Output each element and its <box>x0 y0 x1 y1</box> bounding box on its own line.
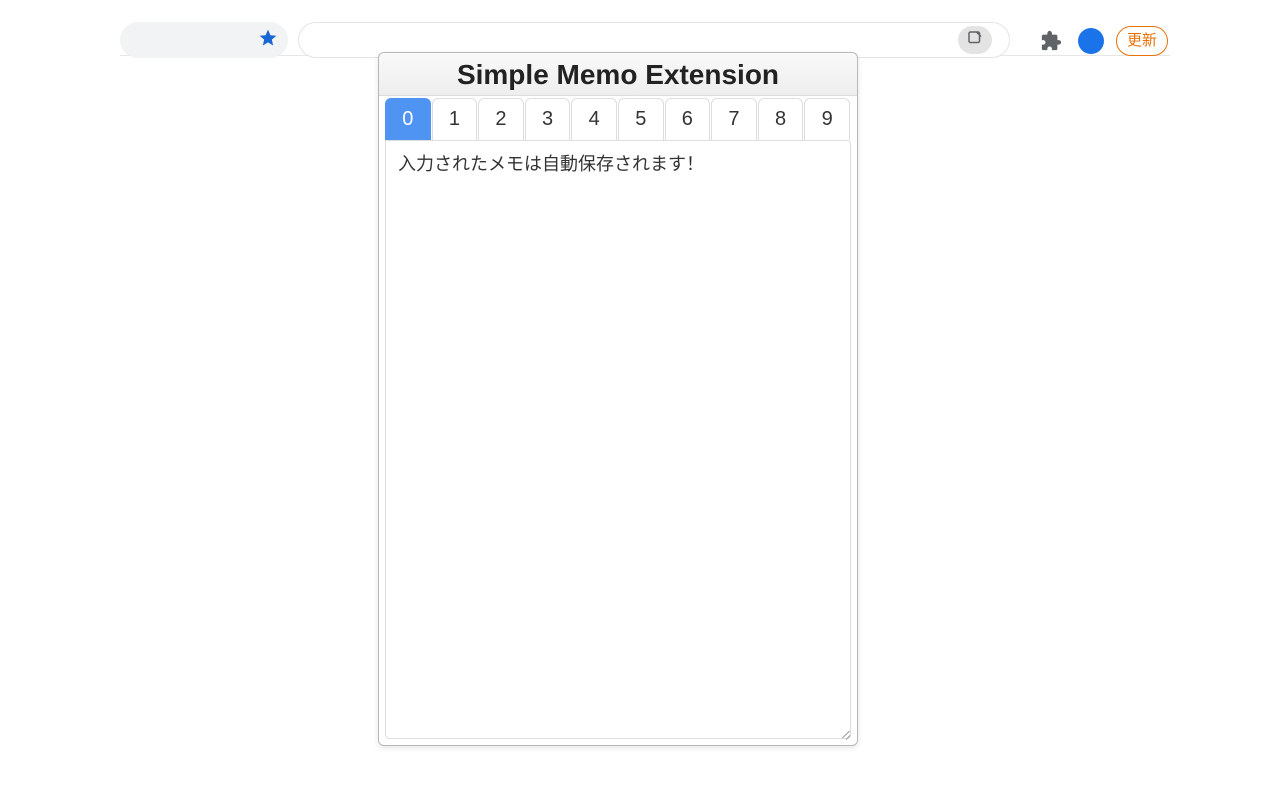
browser-tab[interactable] <box>120 22 288 58</box>
extension-popup: Simple Memo Extension 0 1 2 3 4 5 6 7 8 … <box>378 52 858 746</box>
extensions-icon[interactable] <box>1040 30 1062 52</box>
memo-tab-1[interactable]: 1 <box>432 98 478 140</box>
extension-button-memo[interactable] <box>958 26 992 54</box>
memo-tab-5[interactable]: 5 <box>618 98 664 140</box>
popup-title: Simple Memo Extension <box>379 59 857 91</box>
memo-tab-6[interactable]: 6 <box>665 98 711 140</box>
memo-tab-4[interactable]: 4 <box>571 98 617 140</box>
memo-tab-7[interactable]: 7 <box>711 98 757 140</box>
edit-note-icon <box>966 29 984 52</box>
memo-tab-0[interactable]: 0 <box>385 98 431 140</box>
memo-tab-8[interactable]: 8 <box>758 98 804 140</box>
memo-tab-2[interactable]: 2 <box>478 98 524 140</box>
star-icon <box>258 28 278 53</box>
memo-tab-3[interactable]: 3 <box>525 98 571 140</box>
browser-toolbar: 更新 <box>120 0 1170 56</box>
memo-textarea[interactable] <box>385 140 851 739</box>
memo-tabs: 0 1 2 3 4 5 6 7 8 9 <box>379 96 857 140</box>
popup-header: Simple Memo Extension <box>379 53 857 96</box>
profile-avatar[interactable] <box>1078 28 1104 54</box>
memo-tab-9[interactable]: 9 <box>804 98 850 140</box>
update-button[interactable]: 更新 <box>1116 26 1168 56</box>
